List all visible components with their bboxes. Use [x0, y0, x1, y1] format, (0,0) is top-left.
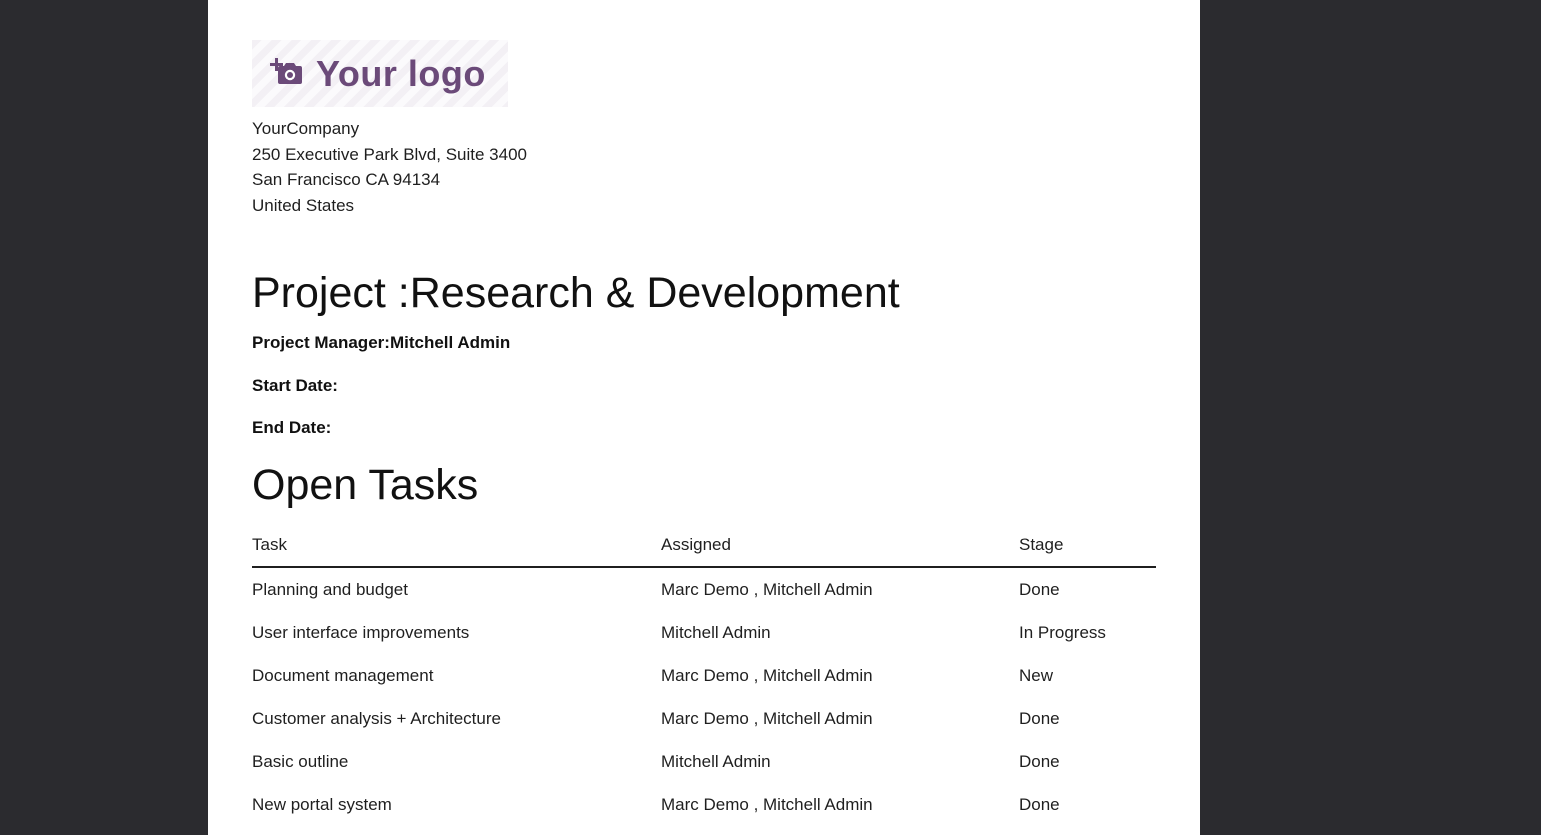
task-name: User interface improvements [252, 622, 470, 642]
company-country: United States [252, 195, 355, 215]
task-stage: Done [1019, 708, 1060, 728]
table-row: Basic outline Mitchell Admin Done [252, 740, 1156, 783]
table-row: User interface improvements Mitchell Adm… [252, 611, 1156, 654]
task-stage: Done [1019, 794, 1060, 814]
task-name: Basic outline [252, 751, 349, 771]
company-street: 250 Executive Park Blvd, Suite 3400 [252, 144, 527, 164]
open-tasks-title: Open Tasks [252, 461, 479, 509]
column-stage: Stage [1019, 523, 1156, 568]
task-stage: New [1019, 665, 1054, 685]
table-header-row: Task Assigned Stage [252, 523, 1156, 568]
company-address: YourCompany 250 Executive Park Blvd, Sui… [252, 116, 527, 218]
table-row: Document management Marc Demo , Mitchell… [252, 654, 1156, 697]
project-title: Project :Research & Development [252, 269, 900, 317]
logo-text: Your logo [316, 52, 486, 94]
task-assigned: Mitchell Admin [661, 622, 771, 642]
document-page: Your logo YourCompany 250 Executive Park… [208, 0, 1200, 835]
project-manager: Project Manager:Mitchell Admin [252, 333, 510, 353]
table-header: Task Assigned Stage [252, 523, 1156, 568]
project-manager-value: Mitchell Admin [389, 333, 511, 352]
table-row: New portal system Marc Demo , Mitchell A… [252, 783, 1156, 826]
column-task: Task [252, 523, 661, 568]
end-date: End Date: [252, 418, 331, 438]
column-assigned: Assigned [661, 523, 1019, 568]
task-name: New portal system [252, 794, 392, 814]
task-name: Customer analysis + Architecture [252, 708, 501, 728]
task-name: Document management [252, 665, 434, 685]
company-logo: Your logo [252, 40, 508, 107]
start-date: Start Date: [252, 376, 338, 396]
task-assigned: Marc Demo , Mitchell Admin [661, 708, 873, 728]
task-stage: Done [1019, 751, 1060, 771]
task-assigned: Marc Demo , Mitchell Admin [661, 579, 873, 599]
camera-plus-icon [270, 55, 302, 92]
table-body: Planning and budget Marc Demo , Mitchell… [252, 567, 1156, 826]
task-stage: In Progress [1019, 622, 1106, 642]
task-stage: Done [1019, 579, 1060, 599]
end-date-label: End Date: [252, 418, 332, 437]
table-row: Planning and budget Marc Demo , Mitchell… [252, 567, 1156, 611]
task-name: Planning and budget [252, 579, 408, 599]
company-city: San Francisco CA 94134 [252, 170, 441, 189]
company-name: YourCompany [252, 119, 360, 138]
open-tasks-table: Task Assigned Stage Planning and budget … [252, 523, 1156, 826]
task-assigned: Marc Demo , Mitchell Admin [661, 794, 873, 814]
project-manager-label: Project Manager: [252, 333, 390, 352]
task-assigned: Marc Demo , Mitchell Admin [661, 665, 873, 685]
task-assigned: Mitchell Admin [661, 751, 771, 771]
start-date-label: Start Date: [252, 376, 338, 395]
table-row: Customer analysis + Architecture Marc De… [252, 697, 1156, 740]
